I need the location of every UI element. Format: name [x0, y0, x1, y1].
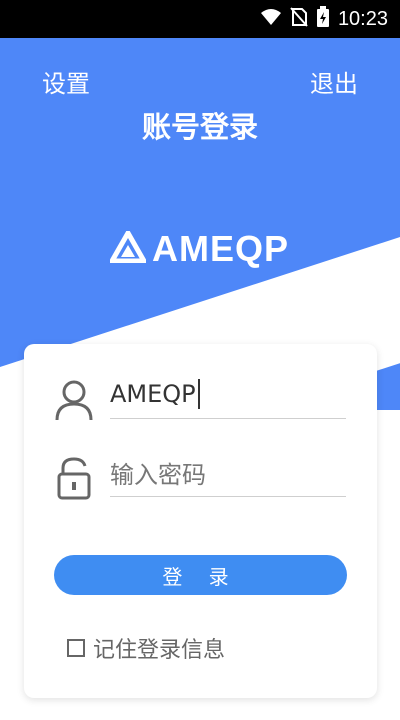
remember-login-option[interactable]: 记住登录信息	[67, 632, 225, 664]
remember-checkbox[interactable]	[67, 639, 85, 657]
logo-text: AMEQP	[152, 228, 290, 269]
logo-mark-icon	[107, 227, 149, 267]
status-time: 10:23	[337, 7, 388, 30]
exit-link[interactable]: 退出	[310, 64, 358, 99]
remember-label: 记住登录信息	[93, 638, 226, 663]
user-icon	[54, 378, 94, 422]
username-value: AMEQP	[110, 380, 196, 408]
no-sim-icon	[290, 7, 308, 31]
login-card: AMEQP 输入密码 登 录 记住登录信息	[24, 344, 377, 698]
page-title: 账号登录	[141, 110, 258, 144]
app-logo: AMEQP	[107, 227, 290, 270]
status-icons: 10:23	[260, 0, 388, 38]
settings-link[interactable]: 设置	[42, 64, 90, 99]
battery-charging-icon	[316, 6, 330, 32]
wifi-icon	[260, 8, 282, 30]
text-caret	[197, 379, 200, 409]
status-bar: 10:23	[0, 0, 400, 38]
lock-icon	[54, 456, 94, 500]
username-input[interactable]: AMEQP	[110, 370, 346, 419]
password-field[interactable]: 输入密码	[54, 448, 346, 506]
password-placeholder: 输入密码	[110, 460, 206, 489]
password-input[interactable]: 输入密码	[110, 448, 346, 497]
username-field[interactable]: AMEQP	[54, 370, 346, 428]
login-button[interactable]: 登 录	[54, 555, 347, 595]
